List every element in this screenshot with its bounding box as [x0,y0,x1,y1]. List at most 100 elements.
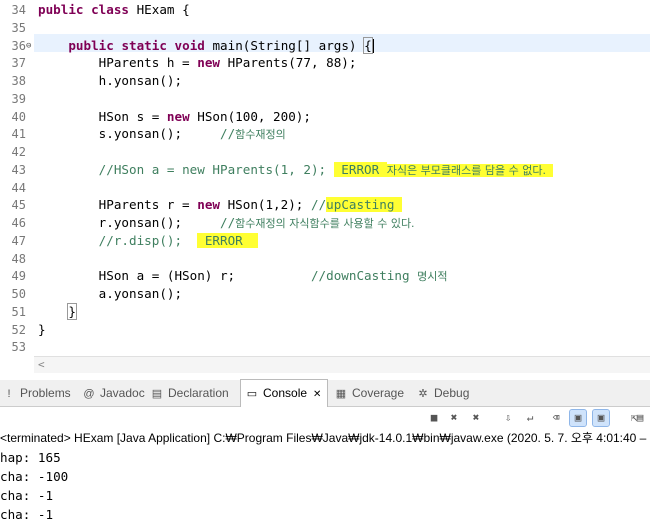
code-line[interactable]: HParents r = new HSon(1,2); //upCasting [38,196,402,214]
code-token: r.yonsan(); [38,215,220,230]
keyword-token: void [174,37,205,53]
keyword-token: public [68,37,114,53]
line-number: 37 [11,56,26,71]
line-number: 35 [11,20,26,35]
coverage-icon: ▦ [335,388,347,400]
tab-label: Problems [20,386,71,400]
show-when-stderr-icon[interactable]: ▣ [592,409,610,427]
tab-problems[interactable]: ! Problems [2,380,71,406]
comment-token: ERROR [333,161,387,177]
fold-toggle-icon[interactable]: ⊖ [26,37,31,55]
console-icon: ▭ [246,388,258,400]
tab-coverage[interactable]: ▦ Coverage [334,380,404,406]
code-line[interactable]: h.yonsan(); [38,72,182,90]
show-when-stdout-icon[interactable]: ▣ [569,409,587,427]
keyword-token: new [197,197,220,213]
tab-label: Declaration [168,386,229,400]
code-token: HExam { [129,2,190,17]
comment-token: // [219,126,236,142]
line-number: 45 [11,198,26,213]
code-line[interactable]: public class HExam { [38,1,190,19]
word-wrap-icon[interactable]: ↵ [522,410,538,426]
line-number: 39 [11,91,26,106]
line-number: 52 [11,322,26,337]
comment-token: 함수재정의 자식함수를 사용할 수 있다. [235,217,415,230]
code-line[interactable]: } [38,321,46,339]
code-line[interactable]: HParents h = new HParents(77, 88); [38,54,357,72]
line-number: 49 [11,269,26,284]
tab-label: Console [263,386,308,400]
declaration-icon: ▤ [151,388,163,400]
tab-label: Coverage [352,386,405,400]
comment-token: 명시적 [417,270,448,284]
line-number: 46 [11,216,26,230]
keyword-token: public [38,2,84,17]
code-token: } [67,302,77,320]
new-console-icon[interactable]: ▤ [632,410,648,426]
comment-token: //r.disp(); [98,232,198,248]
line-number: 47 [11,233,26,248]
scroll-lock-icon[interactable]: ⇩ [500,410,516,426]
code-editor[interactable]: 34 35 36 ⊖ 37 38 39 40 41 42 43 44 45 46 47 48 49 50 51 52 5… [0,0,650,356]
code-line[interactable]: //r.disp(); ERROR [38,232,258,250]
code-token: a.yonsan(); [38,286,183,301]
code-token: } [38,321,46,337]
code-line[interactable]: } [38,302,77,321]
remove-all-terminated-icon[interactable]: ✖ [468,410,484,426]
comment-token: // [219,215,236,230]
problems-icon: ! [7,388,11,400]
code-token: HSon(1,2); [219,197,311,213]
code-token: HSon s = [38,108,167,124]
line-number: 41 [11,127,26,142]
code-token: HSon a = (HSon) r; [38,268,311,284]
close-tab-icon[interactable]: ✕ [313,389,321,400]
debug-icon: ✲ [418,388,428,400]
keyword-token: static [121,37,167,53]
code-line[interactable]: public static void main(String[] args) { [38,36,374,55]
code-token: HSon(100, 200); [189,108,311,124]
code-token: HParents r = [38,197,198,213]
terminate-icon[interactable]: ■ [426,410,442,426]
comment-token: //HSon a = new HParents(1, 2); [98,161,334,177]
line-number: 42 [11,145,26,159]
line-number-gutter: 34 35 36 ⊖ 37 38 39 40 41 42 43 44 45 46 47 48 49 50 51 52 5… [0,0,34,356]
line-number: 34 [11,3,26,17]
remove-launch-icon[interactable]: ✖ [446,410,462,426]
console-output-line: cha: -100 [0,469,69,484]
code-line[interactable]: HSon s = new HSon(100, 200); [38,108,311,126]
comment-token: upCasting [326,197,402,213]
code-token: s.yonsan(); [38,126,220,142]
tab-label: Debug [434,386,470,400]
view-tabs: ! Problems @ Javadoc ▤ Declaration ▭ Console ✕ ▦ C… [0,379,650,407]
tab-javadoc[interactable]: @ Javadoc [82,380,145,406]
keyword-token: new [197,55,220,71]
line-number: 44 [11,180,26,195]
code-line[interactable]: s.yonsan(); //함수재정의 [38,125,286,143]
tab-declaration[interactable]: ▤ Declaration [150,380,229,406]
line-number: 50 [11,287,26,301]
scroll-left-icon[interactable]: < [38,357,45,373]
tab-debug[interactable]: ✲ Debug [416,380,469,406]
keyword-token: class [91,2,130,17]
horizontal-scrollbar[interactable]: < [34,356,650,373]
javadoc-icon: @ [83,388,95,400]
text-caret [372,39,374,53]
code-line[interactable]: HSon a = (HSon) r; //downCasting 명시적 [38,267,448,285]
tab-label: Javadoc [100,386,145,400]
keyword-token: new [166,108,190,124]
line-number: 51 [11,304,26,319]
comment-token: 함수재정의 [235,128,286,142]
console-status: <terminated> HExam [Java Application] C:… [0,431,650,445]
tab-console[interactable]: ▭ Console ✕ [240,379,329,407]
code-line[interactable]: a.yonsan(); [38,285,182,303]
code-line[interactable]: //HSon a = new HParents(1, 2); ERROR 자식은… [38,161,553,179]
comment-token: // [310,197,327,213]
code-line[interactable]: r.yonsan(); //함수재정의 자식함수를 사용할 수 있다. [38,214,415,232]
line-number: 53 [11,340,26,355]
code-token: main(String[] args) [204,37,365,53]
clear-console-icon[interactable]: ⌫ [548,410,564,426]
